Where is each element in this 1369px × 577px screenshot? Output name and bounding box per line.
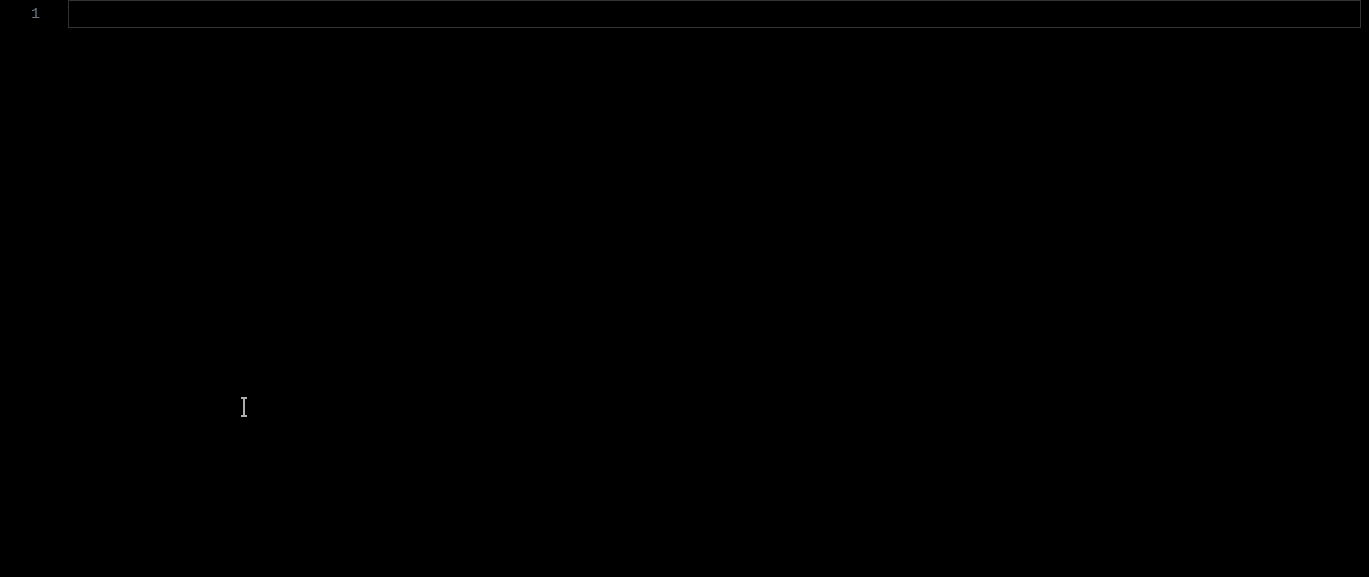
- code-area[interactable]: [68, 0, 1369, 577]
- line-content[interactable]: [68, 0, 1369, 22]
- line-number-gutter: 1: [0, 0, 68, 577]
- line-number: 1: [0, 0, 68, 22]
- text-cursor-icon: [243, 398, 245, 416]
- code-editor[interactable]: 1: [0, 0, 1369, 577]
